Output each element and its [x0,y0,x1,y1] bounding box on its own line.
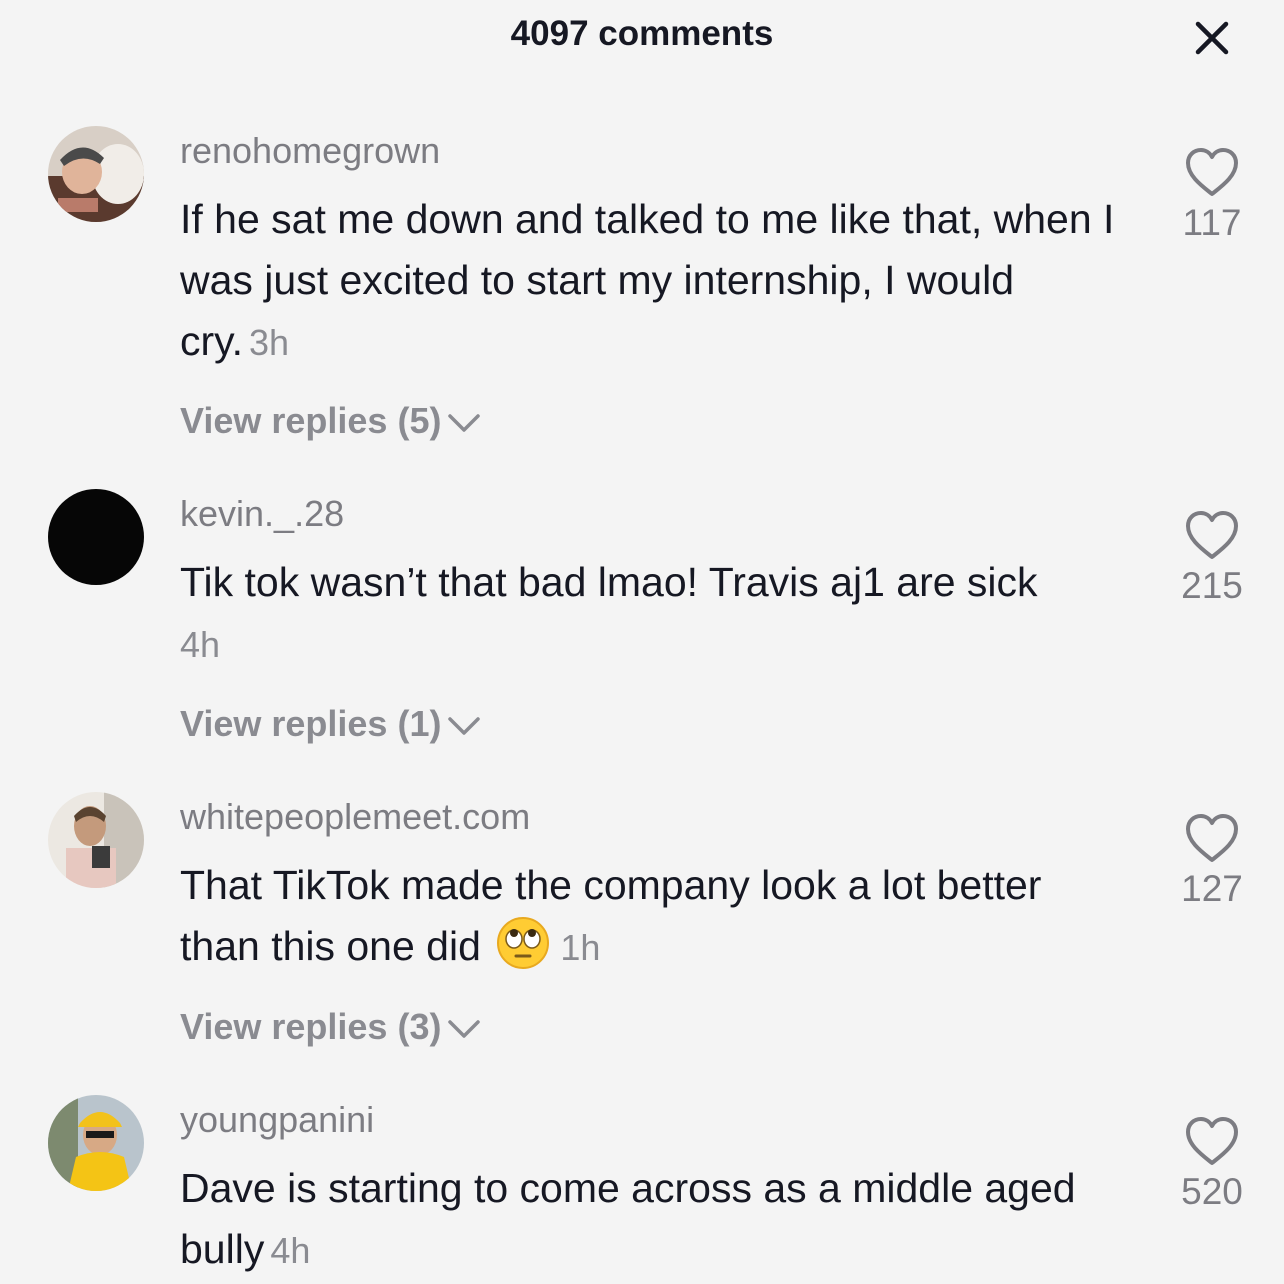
like-count: 117 [1182,202,1242,243]
like-button[interactable]: 520 [1162,1115,1262,1213]
like-button[interactable]: 117 [1162,146,1262,244]
comment-username[interactable]: renohomegrown [180,130,440,172]
chevron-down-icon [448,717,481,736]
comment-text: If he sat me down and talked to me like … [180,189,1130,373]
like-count: 215 [1181,565,1243,606]
comment-text: Dave is starting to come across as a mid… [180,1158,1130,1281]
heart-icon [1186,814,1238,862]
comment-text: That TikTok made the company look a lot … [180,855,1130,978]
avatar[interactable] [48,489,144,585]
avatar[interactable] [48,792,144,888]
like-button[interactable]: 127 [1162,812,1262,910]
like-button[interactable]: 215 [1162,509,1262,607]
comment-text-content: Dave is starting to come across as a mid… [180,1165,1076,1272]
chevron-down-icon [448,414,481,433]
comment-time: 1h [560,927,601,968]
comment-text-content: That TikTok made the company look a lot … [180,862,1042,969]
view-replies-button[interactable]: View replies (3) [180,1006,481,1048]
like-count: 127 [1181,868,1243,909]
view-replies-label: View replies (1) [180,703,442,744]
heart-icon [1186,1117,1238,1165]
comment-username[interactable]: whitepeoplemeet.com [180,796,530,838]
comment-text: Tik tok wasn’t that bad lmao! Travis aj1… [180,552,1130,675]
comment-text-content: If he sat me down and talked to me like … [180,196,1115,364]
heart-icon [1186,511,1238,559]
comment-username[interactable]: kevin._.28 [180,493,344,535]
comments-count-title: 4097 comments [510,14,774,53]
comment-text-content: Tik tok wasn’t that bad lmao! Travis aj1… [180,559,1038,605]
view-replies-label: View replies (3) [180,1006,442,1047]
comments-header: 4097 comments [0,0,1284,72]
heart-icon [1186,148,1238,196]
like-count: 520 [1181,1171,1243,1212]
close-button[interactable] [1188,14,1236,62]
chevron-down-icon [448,1020,481,1039]
view-replies-label: View replies (5) [180,400,442,441]
avatar[interactable] [48,126,144,222]
view-replies-button[interactable]: View replies (5) [180,400,481,442]
rolling-eyes-emoji-icon [497,917,550,969]
comment-time: 4h [180,624,221,665]
close-icon [1195,21,1229,55]
view-replies-button[interactable]: View replies (1) [180,703,481,745]
avatar[interactable] [48,1095,144,1191]
comment-username[interactable]: youngpanini [180,1099,374,1141]
comment-time: 4h [270,1230,311,1271]
comment-time: 3h [249,322,290,363]
